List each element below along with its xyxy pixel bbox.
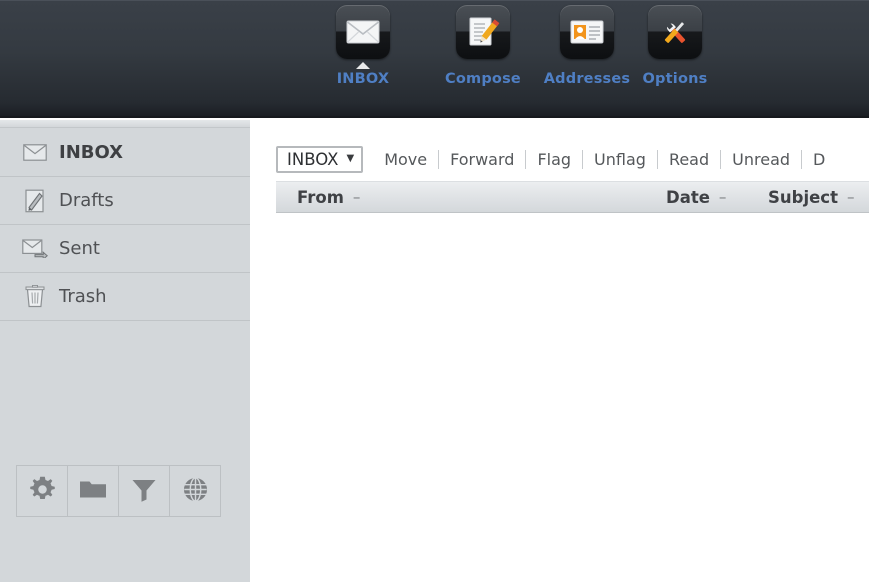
address-card-icon xyxy=(560,5,614,59)
nav-item-options[interactable]: Options xyxy=(631,5,719,87)
draft-note-icon xyxy=(22,189,48,213)
toolbar-action-forward[interactable]: Forward xyxy=(439,150,525,169)
mailbox-select[interactable]: INBOX ▼ xyxy=(276,145,364,173)
column-header-label: From xyxy=(297,187,344,207)
active-tab-caret xyxy=(356,62,370,69)
sidebar-item-label: Trash xyxy=(59,286,107,307)
folder-list: INBOX Drafts Sent Trash xyxy=(0,129,250,321)
toolbar-action-delete[interactable]: D xyxy=(802,150,836,169)
message-list-panel: INBOX ▼ Move Forward Flag Unflag Read Un… xyxy=(276,120,869,582)
folder-sidebar: INBOX Drafts Sent Trash xyxy=(0,120,250,582)
nav-item-addresses[interactable]: Addresses xyxy=(543,5,631,87)
global-button[interactable] xyxy=(169,465,221,517)
sidebar-item-drafts[interactable]: Drafts xyxy=(0,177,250,225)
column-header-date[interactable]: Date – xyxy=(666,182,726,212)
gear-icon xyxy=(29,476,56,507)
column-header-label: Subject xyxy=(768,187,838,207)
compose-pencil-icon xyxy=(456,5,510,59)
mailbox-select-value: INBOX xyxy=(287,149,339,169)
sidebar-item-trash[interactable]: Trash xyxy=(0,273,250,321)
nav-item-label: Addresses xyxy=(543,71,631,87)
nav-item-label: Compose xyxy=(445,71,521,87)
sidebar-item-label: Drafts xyxy=(59,190,114,211)
toolbar-action-move[interactable]: Move xyxy=(373,150,438,169)
sidebar-item-inbox[interactable]: INBOX xyxy=(0,129,250,177)
message-toolbar: INBOX ▼ Move Forward Flag Unflag Read Un… xyxy=(276,140,836,178)
filter-funnel-icon xyxy=(131,477,157,506)
chevron-down-icon: ▼ xyxy=(346,153,355,164)
globe-icon xyxy=(183,476,208,506)
message-column-headers: From – Date – Subject – xyxy=(276,181,869,213)
trash-bin-icon xyxy=(22,285,48,309)
nav-item-label: Options xyxy=(642,71,708,87)
settings-button[interactable] xyxy=(16,465,68,517)
sidebar-item-label: INBOX xyxy=(59,142,124,163)
sidebar-item-label: Sent xyxy=(59,238,100,259)
folder-icon xyxy=(79,478,107,504)
top-nav-items: INBOX Compose Addresses Options xyxy=(303,5,719,87)
column-header-subject[interactable]: Subject – xyxy=(768,182,854,212)
filter-button[interactable] xyxy=(118,465,170,517)
toolbar-action-flag[interactable]: Flag xyxy=(526,150,582,169)
sort-indicator-icon: – xyxy=(846,188,855,206)
toolbar-action-unread[interactable]: Unread xyxy=(721,150,801,169)
top-navigation-bar: INBOX Compose Addresses Options xyxy=(0,0,869,118)
column-header-from[interactable]: From – xyxy=(297,182,360,212)
toolbar-action-read[interactable]: Read xyxy=(658,150,720,169)
folders-button[interactable] xyxy=(67,465,119,517)
message-list-empty[interactable] xyxy=(276,213,869,582)
sidebar-tool-strip xyxy=(16,465,221,517)
envelope-icon xyxy=(336,5,390,59)
nav-item-label: INBOX xyxy=(336,71,390,87)
sidebar-top-divider xyxy=(0,120,250,128)
column-header-label: Date xyxy=(666,187,710,207)
tools-icon xyxy=(648,5,702,59)
sort-indicator-icon: – xyxy=(352,188,361,206)
nav-item-compose[interactable]: Compose xyxy=(423,5,543,87)
toolbar-action-unflag[interactable]: Unflag xyxy=(583,150,657,169)
sent-envelope-arrow-icon xyxy=(22,237,48,261)
sidebar-item-sent[interactable]: Sent xyxy=(0,225,250,273)
sort-indicator-icon: – xyxy=(718,188,727,206)
envelope-icon xyxy=(22,141,48,165)
nav-item-inbox[interactable]: INBOX xyxy=(303,5,423,87)
